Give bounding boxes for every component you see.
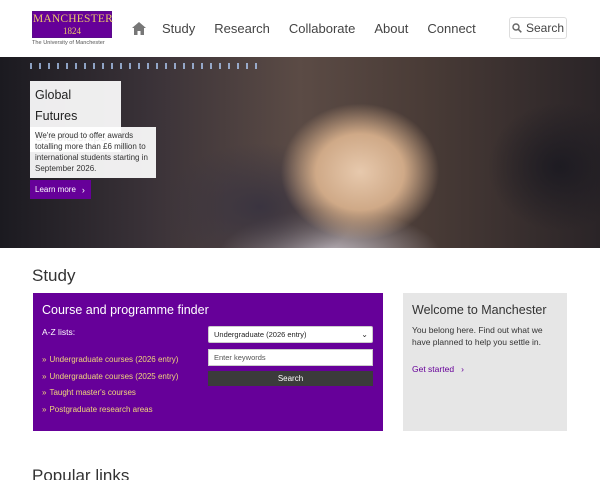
- keyword-input[interactable]: [208, 349, 373, 366]
- learn-more-button[interactable]: Learn more ›: [30, 180, 91, 199]
- az-link-undergraduate-2026[interactable]: » Undergraduate courses (2026 entry): [42, 352, 178, 369]
- az-link-taught-masters[interactable]: » Taught master's courses: [42, 385, 178, 402]
- level-select-value: Undergraduate (2026 entry): [214, 330, 307, 339]
- main-nav: Study Research Collaborate About Connect: [132, 0, 495, 57]
- course-finder-panel: Course and programme finder A-Z lists: »…: [33, 293, 383, 431]
- header-search-button[interactable]: Search: [509, 17, 567, 39]
- chevron-down-icon: ⌄: [361, 330, 368, 339]
- study-section-title: Study: [32, 266, 76, 285]
- az-link-label: Taught master's courses: [49, 388, 136, 397]
- bullet-icon: »: [42, 355, 47, 364]
- get-started-label: Get started: [412, 364, 455, 374]
- az-link-list: » Undergraduate courses (2026 entry) » Und…: [42, 352, 178, 418]
- az-link-label: Postgraduate research areas: [49, 404, 153, 414]
- course-finder-title: Course and programme finder: [42, 303, 209, 317]
- welcome-panel: Welcome to Manchester You belong here. F…: [403, 293, 567, 431]
- hero-description: We're proud to offer awards totalling mo…: [35, 131, 148, 173]
- level-select[interactable]: Undergraduate (2026 entry) ⌄: [208, 326, 373, 343]
- chevron-right-icon: ›: [461, 364, 464, 374]
- search-icon: [512, 23, 522, 33]
- nav-item-collaborate[interactable]: Collaborate: [289, 21, 356, 36]
- hero-banner: Global Futures Scholarships We're proud …: [0, 57, 600, 248]
- learn-more-label: Learn more: [35, 185, 76, 194]
- site-header: MANCHESTER 1824 The University of Manche…: [0, 0, 600, 57]
- chevron-right-icon: ›: [81, 184, 85, 195]
- az-link-label: Undergraduate courses (2026 entry): [49, 355, 179, 364]
- home-icon[interactable]: [132, 22, 146, 36]
- az-lists-label: A-Z lists:: [42, 327, 76, 337]
- logo-mark: MANCHESTER 1824: [32, 11, 113, 38]
- hero-photo-lights: [30, 63, 260, 69]
- az-link-label: Undergraduate courses (2025 entry): [49, 371, 179, 381]
- popular-links-title: Popular links: [32, 466, 130, 480]
- welcome-title: Welcome to Manchester: [412, 303, 547, 317]
- hero-description-box: We're proud to offer awards totalling mo…: [30, 127, 156, 178]
- nav-item-connect[interactable]: Connect: [427, 21, 475, 36]
- nav-item-research[interactable]: Research: [214, 21, 270, 36]
- logo-word: MANCHESTER: [33, 13, 113, 25]
- bullet-icon: »: [42, 388, 47, 397]
- az-link-postgraduate-research[interactable]: » Postgraduate research areas: [42, 402, 178, 419]
- nav-item-study[interactable]: Study: [162, 21, 195, 36]
- nav-item-about[interactable]: About: [374, 21, 408, 36]
- logo-subtitle: The University of Manchester: [32, 40, 105, 46]
- get-started-link[interactable]: Get started ›: [412, 364, 464, 374]
- az-link-undergraduate-2025[interactable]: » Undergraduate courses (2025 entry): [42, 369, 178, 386]
- course-search-button[interactable]: Search: [208, 371, 373, 386]
- university-logo[interactable]: MANCHESTER 1824 The University of Manche…: [32, 11, 113, 46]
- logo-year: 1824: [63, 25, 81, 36]
- bullet-icon: »: [42, 404, 47, 414]
- header-search-label: Search: [525, 21, 565, 35]
- welcome-text: You belong here. Find out what we have p…: [412, 325, 543, 347]
- bullet-icon: »: [42, 371, 47, 381]
